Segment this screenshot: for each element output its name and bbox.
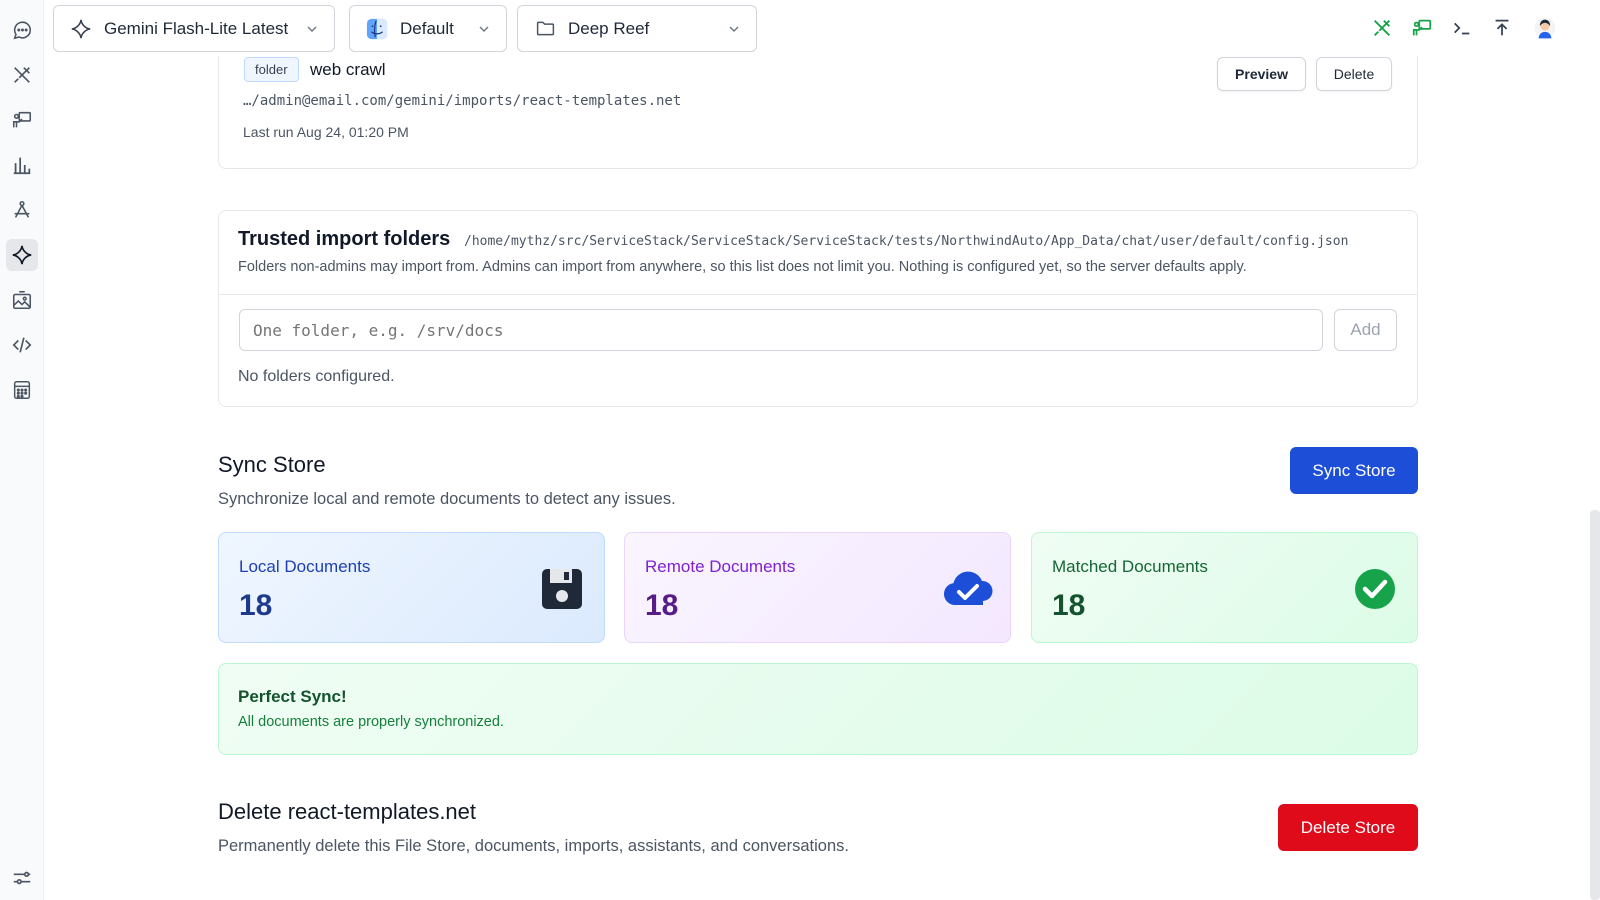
check-circle-icon (1355, 569, 1395, 609)
chevron-down-icon (479, 26, 489, 32)
terminal-icon[interactable] (1449, 14, 1475, 42)
folder-input[interactable] (239, 309, 1323, 351)
analytics-icon[interactable] (6, 149, 38, 181)
image-gallery-icon[interactable] (6, 284, 38, 316)
sync-store-title: Sync Store (218, 452, 326, 477)
compass-tool-icon[interactable] (6, 194, 38, 226)
local-documents-count: 18 (239, 589, 273, 622)
user-avatar[interactable] (1528, 11, 1562, 45)
floppy-disk-icon (542, 569, 582, 609)
scrollbar[interactable] (1590, 510, 1600, 900)
config-path: /home/mythz/src/ServiceStack/ServiceStac… (464, 234, 1349, 249)
upload-icon[interactable] (1489, 14, 1515, 42)
delete-store-title: Delete react-templates.net (218, 799, 477, 824)
presenter-icon[interactable] (6, 104, 38, 136)
import-last-run: Last run Aug 24, 01:20 PM (243, 124, 409, 140)
sync-status-title: Perfect Sync! (238, 687, 347, 706)
import-path: …/admin@email.com/gemini/imports/react-t… (243, 93, 682, 109)
remote-documents-card: Remote Documents 18 (624, 532, 1011, 643)
sparkle-icon (70, 18, 92, 40)
chat-icon[interactable] (6, 14, 38, 46)
matched-documents-card: Matched Documents 18 (1031, 532, 1418, 643)
chevron-down-icon (307, 26, 317, 32)
sync-status-banner (218, 663, 1418, 755)
profile-selector-label: Default (400, 18, 454, 38)
store-selector-label: Deep Reef (568, 18, 650, 38)
add-folder-button[interactable]: Add (1334, 309, 1397, 351)
tools-icon[interactable] (6, 59, 38, 91)
code-icon[interactable] (6, 329, 38, 361)
cloud-check-icon (943, 571, 993, 605)
finder-face-icon (366, 18, 388, 40)
matched-documents-count: 18 (1052, 589, 1086, 622)
chevron-down-icon (729, 26, 739, 32)
remote-documents-count: 18 (645, 589, 679, 622)
trusted-folders-description: Folders non-admins may import from. Admi… (238, 259, 1247, 275)
sync-store-description: Synchronize local and remote documents t… (218, 490, 676, 508)
left-sidebar (0, 0, 44, 900)
model-selector[interactable]: Gemini Flash-Lite Latest (53, 5, 335, 52)
settings-sliders-icon[interactable] (6, 862, 38, 894)
profile-selector[interactable]: Default (349, 5, 507, 52)
sync-store-button[interactable]: Sync Store (1290, 447, 1418, 494)
tools-toggle-icon[interactable] (1369, 14, 1395, 42)
store-selector[interactable]: Deep Reef (517, 5, 757, 52)
local-documents-card: Local Documents 18 (218, 532, 605, 643)
folder-icon (534, 18, 556, 40)
top-bar: Gemini Flash-Lite Latest Default Deep Re… (44, 0, 1600, 56)
import-name: web crawl (310, 60, 386, 79)
sync-status-text: All documents are properly synchronized. (238, 714, 504, 730)
delete-import-button[interactable]: Delete (1316, 57, 1392, 91)
trusted-folders-title: Trusted import folders (238, 228, 451, 250)
calculator-icon[interactable] (6, 374, 38, 406)
no-folders-text: No folders configured. (238, 368, 395, 385)
delete-store-description: Permanently delete this File Store, docu… (218, 837, 849, 855)
matched-documents-label: Matched Documents (1052, 557, 1208, 576)
model-selector-label: Gemini Flash-Lite Latest (104, 18, 289, 38)
presenter-toggle-icon[interactable] (1409, 14, 1435, 42)
preview-button[interactable]: Preview (1217, 57, 1306, 91)
divider (219, 294, 1417, 295)
import-type-badge: folder (244, 57, 299, 82)
gemini-sparkle-icon[interactable] (6, 239, 38, 271)
remote-documents-label: Remote Documents (645, 557, 796, 576)
delete-store-button[interactable]: Delete Store (1278, 804, 1418, 851)
local-documents-label: Local Documents (239, 557, 371, 576)
